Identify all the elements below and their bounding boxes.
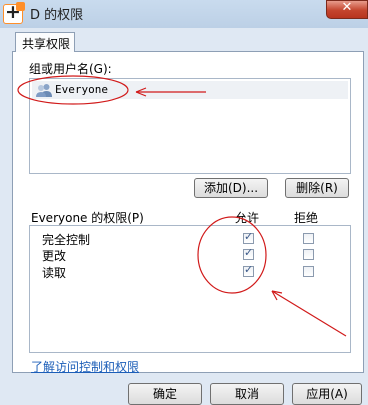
- title-bar: + D 的权限 ✕: [0, 0, 368, 28]
- close-icon: ✕: [341, 0, 353, 15]
- window-title: D 的权限: [30, 8, 84, 23]
- remove-button[interactable]: 删除(R): [285, 178, 349, 198]
- apply-button[interactable]: 应用(A): [292, 383, 362, 405]
- deny-checkbox-read[interactable]: [303, 266, 314, 277]
- users-list[interactable]: Everyone: [29, 78, 351, 174]
- close-button[interactable]: ✕: [326, 0, 368, 19]
- permission-name: 更改: [42, 249, 67, 263]
- permissions-panel: 组或用户名(G): Everyone 添加(D)... 删除(R) Everyo…: [12, 51, 364, 375]
- allow-column-header: 允许: [235, 211, 260, 225]
- allow-checkbox-full-control[interactable]: ✓: [243, 230, 254, 244]
- deny-checkbox-full-control[interactable]: [303, 233, 314, 244]
- allow-checkbox-change[interactable]: ✓: [243, 246, 254, 260]
- access-control-help-link[interactable]: 了解访问控制和权限: [31, 358, 139, 375]
- permission-name: 完全控制: [42, 233, 91, 247]
- deny-column-header: 拒绝: [294, 211, 319, 225]
- users-group-label: 组或用户名(G):: [29, 62, 112, 76]
- permissions-table: 完全控制 更改 读取 ✓ ✓ ✓: [29, 225, 351, 353]
- cancel-button[interactable]: 取消: [210, 383, 284, 405]
- tab-share-permissions[interactable]: 共享权限: [15, 32, 75, 52]
- checkmark-icon: ✓: [244, 230, 254, 243]
- add-button[interactable]: 添加(D)...: [194, 178, 268, 198]
- list-item[interactable]: Everyone: [32, 81, 348, 99]
- tab-label: 共享权限: [22, 37, 71, 51]
- permissions-label: Everyone 的权限(P): [31, 211, 144, 225]
- ok-button[interactable]: 确定: [128, 383, 202, 405]
- permission-name: 读取: [42, 266, 67, 280]
- allow-checkbox-read[interactable]: ✓: [243, 263, 254, 277]
- deny-checkbox-change[interactable]: [303, 249, 314, 260]
- checkmark-icon: ✓: [244, 263, 254, 276]
- user-group-icon: [36, 84, 52, 97]
- user-name: Everyone: [55, 83, 108, 96]
- app-icon: +: [3, 1, 25, 24]
- checkmark-icon: ✓: [244, 246, 254, 259]
